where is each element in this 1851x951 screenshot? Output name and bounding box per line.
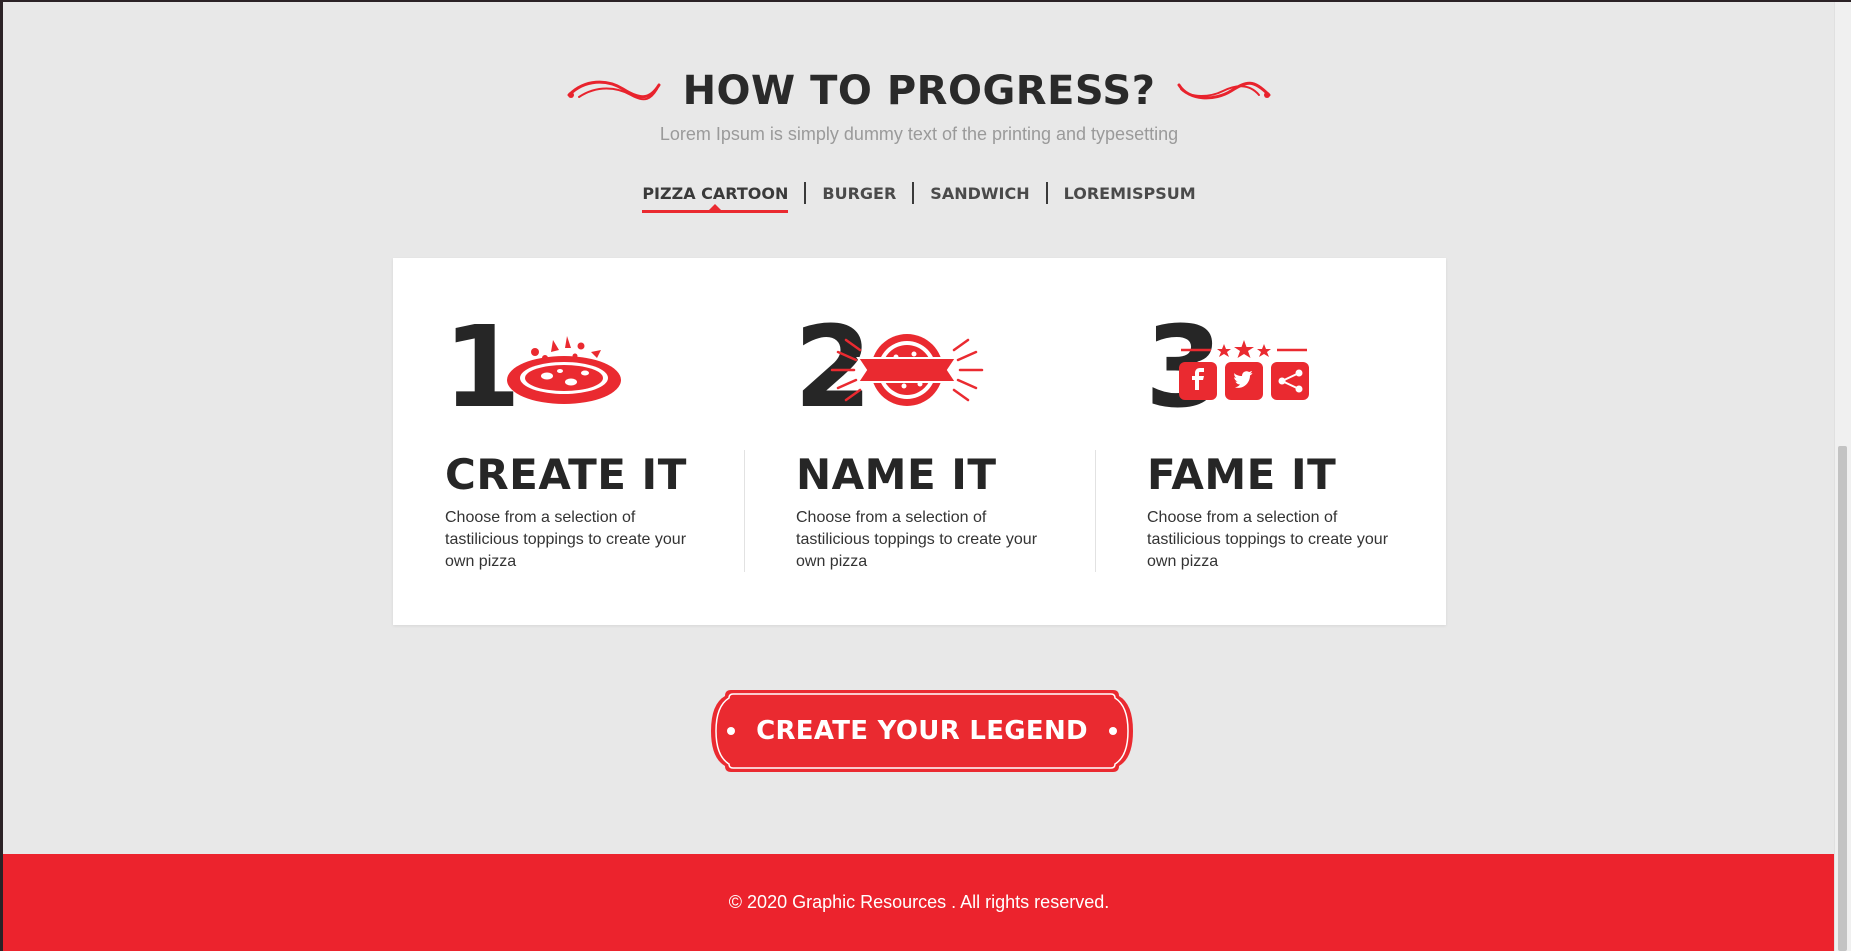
tab-divider [912, 181, 915, 204]
tab-label: BURGER [822, 184, 897, 203]
tab-label: LOREMISPSUM [1063, 184, 1196, 203]
tab-loremispsum[interactable]: LOREMISPSUM [1064, 178, 1196, 213]
left-swirl-icon [567, 80, 661, 101]
page: HOW TO PROGRESS? Lorem Ipsum is simply d… [3, 2, 1835, 951]
section-subtitle: Lorem Ipsum is simply dummy text of the … [659, 124, 1179, 144]
section-header: HOW TO PROGRESS? [3, 66, 1835, 116]
tab-divider [804, 181, 807, 204]
scrollbar-thumb[interactable] [1838, 446, 1847, 951]
active-caret-icon [708, 204, 723, 211]
category-tabs: PIZZA CARTOON BURGER SANDWICH LOREMISPSU… [3, 178, 1835, 213]
step-title: FAME IT [1147, 450, 1337, 499]
step-description: Choose from a selection of tastilicious … [445, 509, 687, 570]
pizza-icon [507, 336, 621, 404]
footer-copyright: © 2020 Graphic Resources . All rights re… [728, 892, 1110, 912]
right-swirl-icon [1177, 81, 1271, 100]
footer: © 2020 Graphic Resources . All rights re… [3, 854, 1835, 951]
section-title: HOW TO PROGRESS? [682, 68, 1156, 114]
steps-card: 1 CREATE IT Choose from a selection of t… [393, 258, 1446, 625]
step-description: Choose from a selection of tastilicious … [1147, 509, 1389, 570]
step-title: CREATE IT [445, 450, 687, 499]
step-fame: 3 FAME IT Choose from a selection of ta [1095, 258, 1446, 625]
pizza-badge-icon [830, 334, 984, 406]
step-description: Choose from a selection of tastilicious … [796, 509, 1038, 570]
tab-label: PIZZA CARTOON [642, 184, 789, 203]
tab-divider [1045, 181, 1048, 204]
step-create: 1 CREATE IT Choose from a selection of t… [393, 258, 744, 625]
tab-sandwich[interactable]: SANDWICH [930, 178, 1029, 213]
tab-burger[interactable]: BURGER [822, 178, 896, 213]
tab-pizza-cartoon[interactable]: PIZZA CARTOON [642, 178, 789, 213]
cta-label: CREATE YOUR LEGEND [756, 716, 1088, 746]
step-name: 2 NAME IT Choose from a selection of tas… [744, 258, 1095, 625]
create-your-legend-button[interactable]: CREATE YOUR LEGEND [709, 688, 1135, 774]
tab-label: SANDWICH [930, 184, 1030, 203]
vertical-scrollbar[interactable] [1834, 2, 1851, 951]
step-title: NAME IT [796, 450, 997, 499]
social-share-icon [1179, 340, 1309, 400]
